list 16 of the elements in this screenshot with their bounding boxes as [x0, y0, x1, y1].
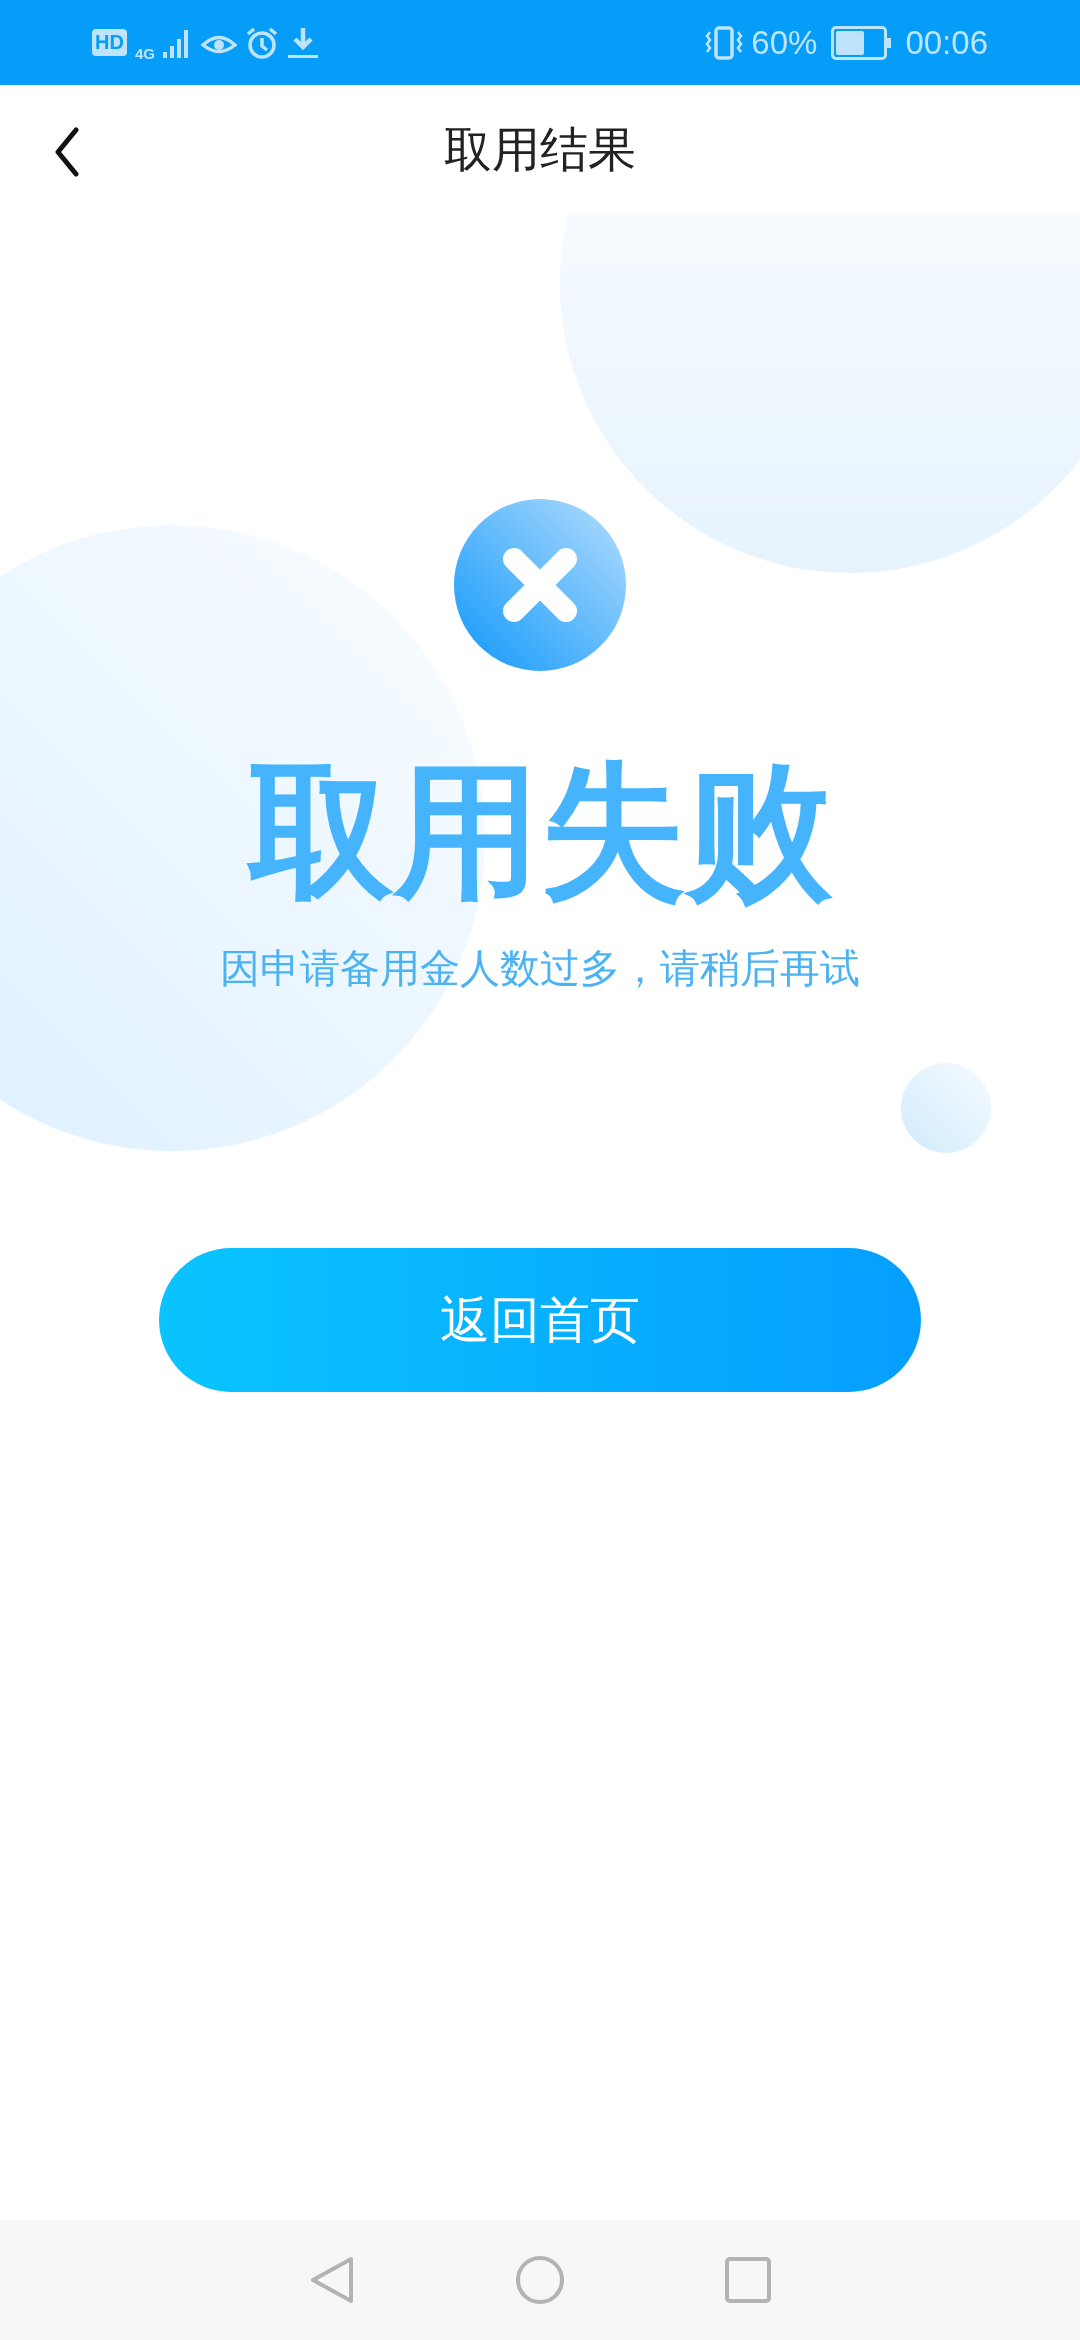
home-button[interactable]: 返回首页 [159, 1248, 921, 1393]
result-message: 因申请备用金人数过多，请稍后再试 [220, 944, 860, 993]
vibrate-icon [705, 25, 744, 60]
network-label: 4G [134, 45, 155, 62]
close-circle-icon [454, 499, 626, 671]
recent-apps-icon[interactable] [725, 2257, 771, 2303]
page-title: 取用结果 [444, 120, 636, 179]
home-icon[interactable] [515, 2255, 565, 2305]
result-title: 取用失败 [248, 755, 832, 909]
clock-time: 00:06 [905, 23, 988, 62]
alarm-icon [244, 25, 279, 60]
hd-badge: HD [92, 29, 127, 56]
battery-percentage: 60% [751, 23, 818, 62]
download-icon [286, 25, 319, 60]
battery-icon [831, 25, 892, 60]
back-icon[interactable] [309, 2255, 355, 2305]
